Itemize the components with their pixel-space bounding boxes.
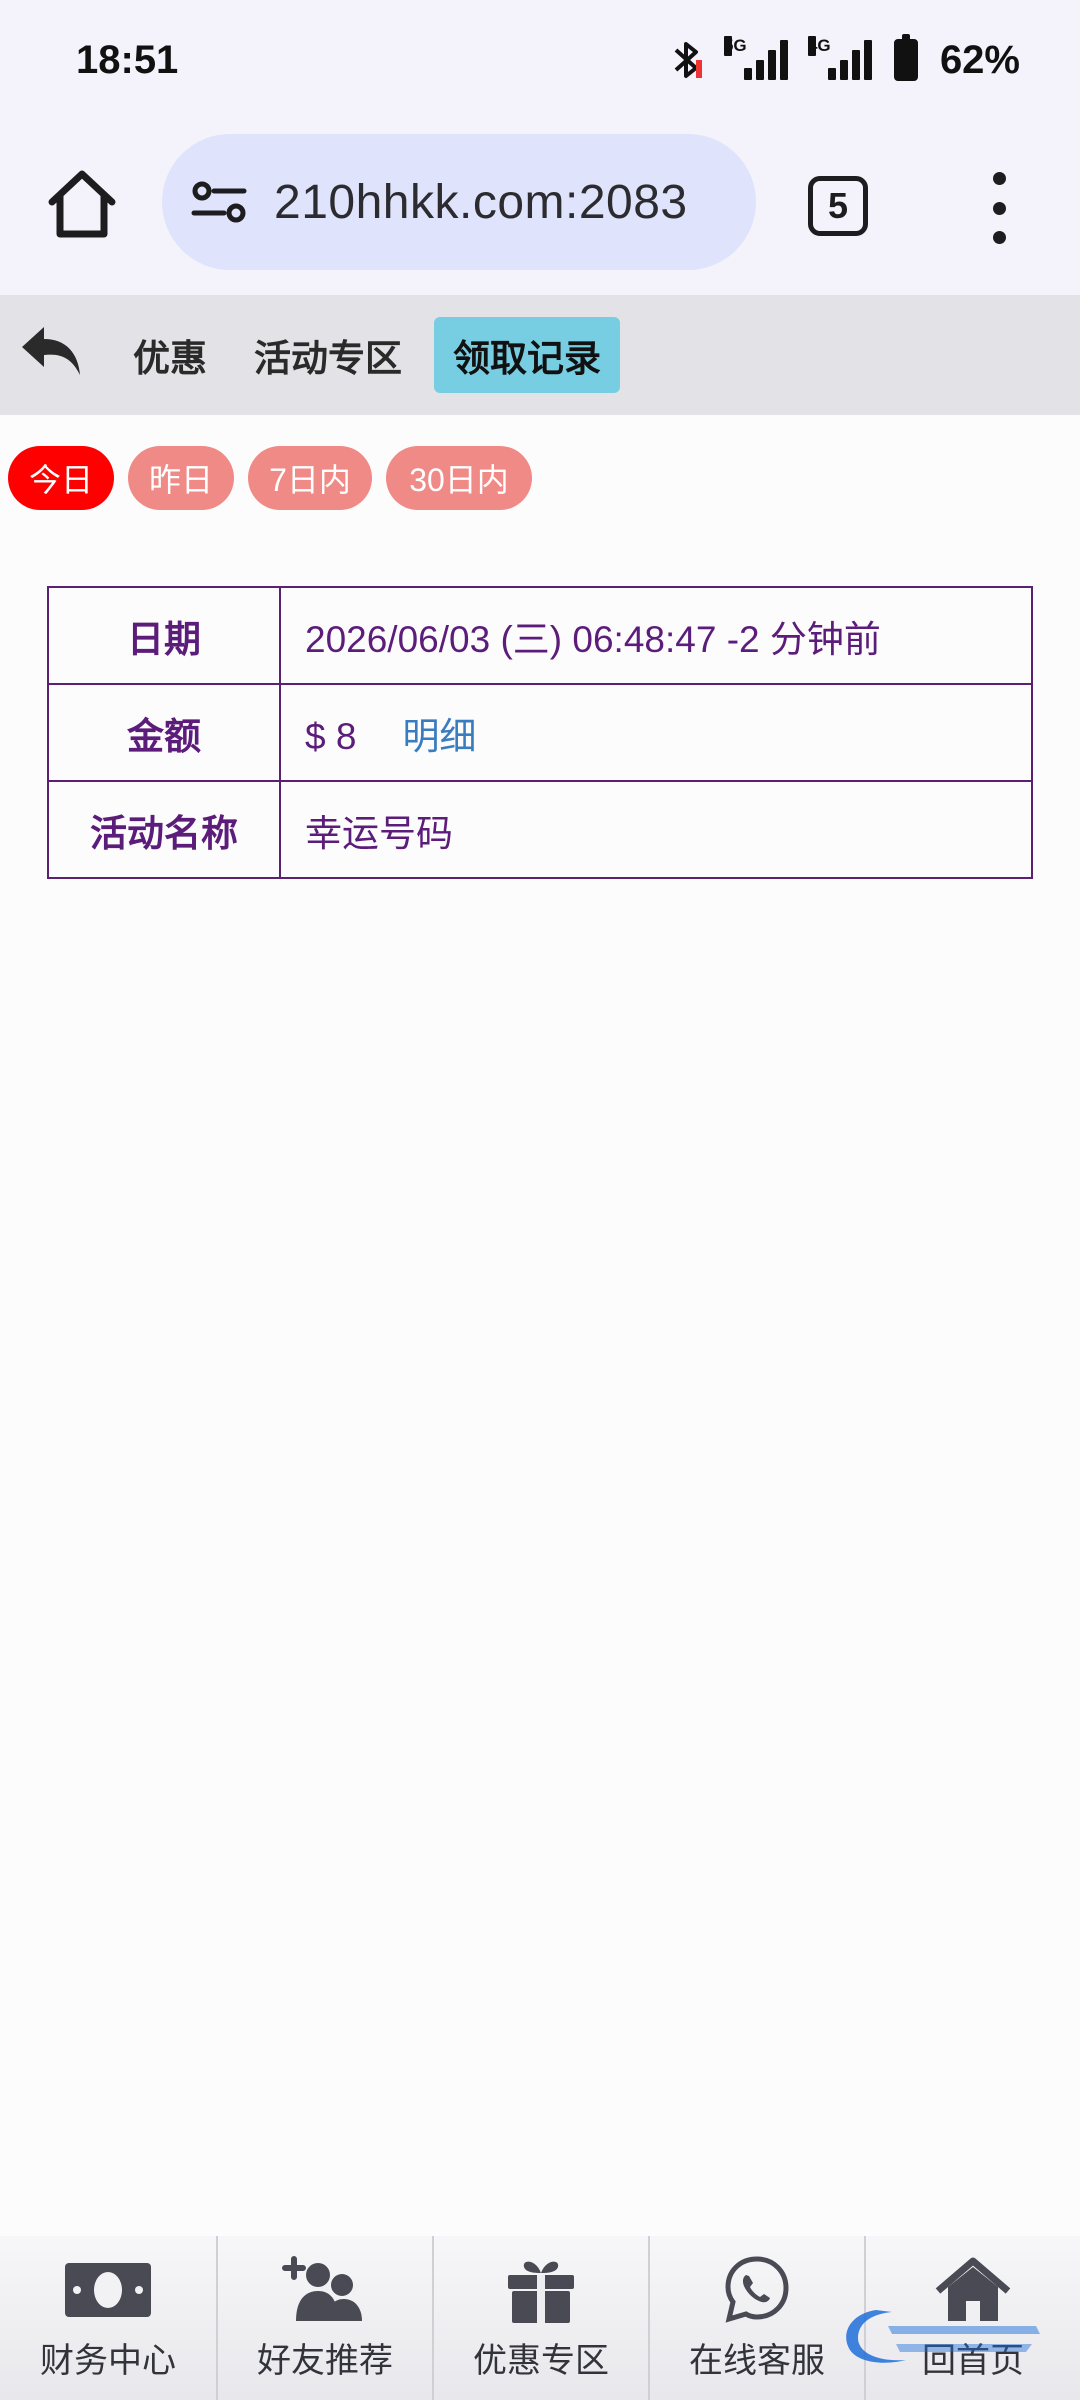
tab-label: 在线客服 (689, 2342, 825, 2380)
activity-value: 幸运号码 (279, 780, 1033, 879)
whatsapp-icon (725, 2256, 789, 2323)
bluetooth-icon (674, 42, 702, 78)
watermark-logo (846, 2310, 1040, 2363)
filter-today[interactable]: 今日 (8, 446, 114, 510)
cash-icon (65, 2263, 151, 2317)
tab-friend-referral[interactable]: 好友推荐 (216, 2236, 432, 2400)
amount-cell: $ 8 明细 (279, 683, 1033, 782)
table-row: 金额 $ 8 明细 (47, 683, 1033, 782)
detail-link[interactable]: 明细 (402, 716, 476, 757)
battery-percent: 62% (939, 37, 1020, 82)
status-time: 18:51 (76, 37, 179, 82)
add-friends-icon (282, 2256, 362, 2321)
claim-record-table: 日期 2026/06/03 (三) 06:48:47 -2 分钟前 金额 $ 8… (47, 586, 1033, 879)
date-value: 2026/06/03 (三) 06:48:47 -2 分钟前 (279, 586, 1033, 685)
filter-yesterday[interactable]: 昨日 (128, 446, 234, 510)
url-bar[interactable]: 210hhkk.com:2083 (162, 134, 756, 270)
tab-label: 财务中心 (40, 2342, 176, 2380)
tab-finance-center[interactable]: 财务中心 (0, 2236, 216, 2400)
url-text[interactable]: 210hhkk.com:2083 (274, 175, 734, 230)
signal-5g-icon: 5G (723, 36, 788, 80)
browser-home-icon[interactable] (44, 164, 120, 244)
nav-item-activity-zone[interactable]: 活动专区 (246, 317, 410, 393)
tab-label: 优惠专区 (473, 2342, 609, 2380)
nav-item-claim-history[interactable]: 领取记录 (434, 317, 620, 393)
status-icons: 5G 4G 62% (670, 34, 1020, 83)
amount-value: $ 8 (305, 715, 357, 757)
filter-30-days[interactable]: 30日内 (386, 446, 532, 510)
date-label: 日期 (47, 586, 281, 685)
browser-toolbar: 210hhkk.com:2083 5 (0, 120, 1080, 295)
battery-icon (893, 34, 918, 81)
filter-7-days[interactable]: 7日内 (248, 446, 372, 510)
back-arrow-icon[interactable] (18, 321, 84, 383)
more-menu-icon[interactable] (984, 172, 1014, 244)
tab-label: 好友推荐 (257, 2342, 393, 2380)
activity-label: 活动名称 (47, 780, 281, 879)
nav-item-promotions[interactable]: 优惠 (120, 317, 220, 393)
status-bar: 18:51 5G 4G 62% (0, 0, 1080, 120)
signal-4g-icon: 4G (807, 36, 872, 80)
page-nav: 优惠 活动专区 领取记录 (0, 295, 1080, 415)
table-row: 日期 2026/06/03 (三) 06:48:47 -2 分钟前 (47, 586, 1033, 685)
tab-promotions[interactable]: 优惠专区 (432, 2236, 648, 2400)
tabs-button[interactable]: 5 (808, 176, 868, 236)
gift-icon (508, 2261, 574, 2323)
site-settings-icon[interactable] (190, 177, 250, 227)
amount-label: 金额 (47, 683, 281, 782)
tab-online-support[interactable]: 在线客服 (648, 2236, 864, 2400)
table-row: 活动名称 幸运号码 (47, 780, 1033, 879)
